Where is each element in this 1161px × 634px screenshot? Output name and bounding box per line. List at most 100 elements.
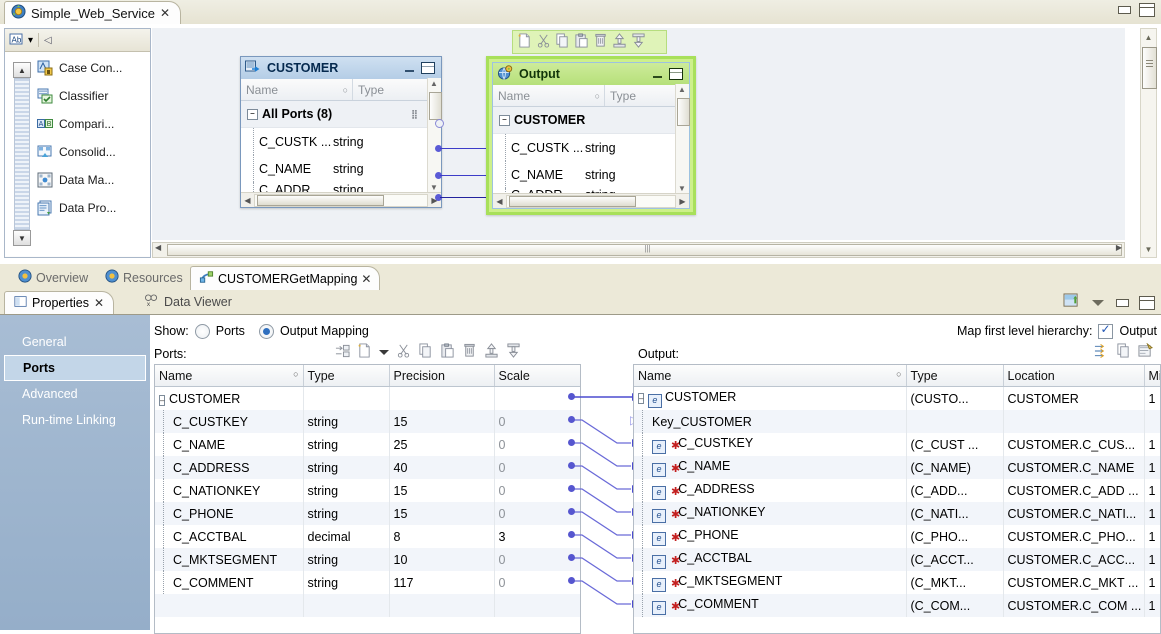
- canvas-vertical-scrollbar[interactable]: ▲ ▼: [1140, 28, 1157, 258]
- scroll-right-icon[interactable]: ▶: [676, 197, 689, 206]
- table-row-group[interactable]: – CUSTOMER: [155, 387, 580, 411]
- link-source-dot[interactable]: [568, 577, 575, 584]
- editor-tab-resources[interactable]: Resources: [97, 266, 191, 289]
- col-header-location[interactable]: Location: [1003, 365, 1144, 387]
- scroll-left-icon[interactable]: ◀: [241, 196, 254, 205]
- collapse-icon[interactable]: –: [499, 115, 510, 126]
- tab-close-icon[interactable]: ✕: [361, 273, 371, 285]
- copy-icon[interactable]: [555, 33, 570, 51]
- node-group-row[interactable]: – All Ports (8) ⣿: [241, 101, 441, 128]
- col-header-precision[interactable]: Precision: [389, 365, 494, 387]
- canvas-horizontal-scrollbar[interactable]: ◀ ||| ▶: [152, 242, 1125, 258]
- editor-tab-overview[interactable]: Overview: [10, 266, 96, 289]
- collapse-icon[interactable]: –: [247, 109, 258, 120]
- scroll-right-icon[interactable]: ▶: [1116, 243, 1122, 252]
- scroll-up-icon[interactable]: ▲: [1142, 30, 1155, 44]
- paste-icon[interactable]: [574, 33, 589, 51]
- link-source-dot[interactable]: [568, 485, 575, 492]
- table-row[interactable]: C_CUSTKEY string 15 0: [155, 410, 580, 433]
- node-port-row[interactable]: C_CUSTK ... string: [493, 134, 689, 161]
- node-col-name[interactable]: Name ○: [241, 79, 353, 100]
- palette-scrollbar[interactable]: ▲ ▼: [13, 62, 31, 242]
- table-row[interactable]: C_NAME string 25 0: [155, 433, 580, 456]
- table-row-group[interactable]: – eCUSTOMER (CUSTO... CUSTOMER 1 1: [634, 387, 1161, 411]
- scroll-left-icon[interactable]: ◀: [155, 243, 161, 252]
- node-vertical-scrollbar[interactable]: ▲ ▼: [675, 84, 689, 194]
- node-port-row[interactable]: C_CUSTK ... string: [241, 128, 441, 155]
- minimize-icon[interactable]: [1118, 6, 1129, 14]
- node-minimize-icon[interactable]: [405, 64, 414, 72]
- mapping-link-area[interactable]: ▷: [565, 364, 643, 634]
- map-first-level-checkbox[interactable]: [1098, 324, 1113, 339]
- scroll-down-icon[interactable]: ▼: [678, 184, 686, 193]
- clear-mapping-icon[interactable]: [1138, 343, 1153, 361]
- scroll-down-icon[interactable]: ▼: [1142, 242, 1155, 256]
- scroll-thumb[interactable]: |||: [167, 244, 1122, 256]
- palette-dropdown-icon[interactable]: ▾: [28, 35, 33, 46]
- table-row[interactable]: C_COMMENT string 117 0: [155, 571, 580, 594]
- node-minimize-icon[interactable]: [653, 70, 662, 78]
- tab-data-viewer[interactable]: x Data Viewer: [135, 291, 241, 313]
- table-row[interactable]: Key_CUSTOMER: [634, 410, 1161, 433]
- editor-tab-customergetmapping[interactable]: CUSTOMERGetMapping ✕: [190, 266, 380, 290]
- new-icon[interactable]: [517, 33, 532, 51]
- col-header-name[interactable]: Name○: [155, 365, 303, 387]
- tab-properties[interactable]: Properties ✕: [4, 291, 114, 314]
- node-col-name[interactable]: Name ○: [493, 85, 605, 106]
- sidebar-item-general[interactable]: General: [0, 329, 150, 355]
- col-header-type[interactable]: Type: [906, 365, 1003, 387]
- collapse-icon[interactable]: –: [638, 393, 644, 404]
- scroll-track[interactable]: [254, 194, 428, 207]
- node-port-row[interactable]: C_NAME string: [493, 161, 689, 188]
- move-up-icon[interactable]: [484, 343, 499, 361]
- sidebar-item-advanced[interactable]: Advanced: [0, 381, 150, 407]
- palette-scroll-down-icon[interactable]: ▼: [13, 230, 31, 246]
- auto-map-icon[interactable]: [1094, 344, 1109, 361]
- scroll-thumb[interactable]: [509, 196, 636, 207]
- scroll-up-icon[interactable]: ▲: [678, 85, 686, 94]
- table-row[interactable]: e✱C_MKTSEGMENT (C_MKT... CUSTOMER.C_MKT …: [634, 571, 1161, 594]
- palette-collapse-icon[interactable]: ◁: [44, 35, 52, 46]
- new-port-icon[interactable]: [357, 343, 372, 361]
- cut-icon[interactable]: [536, 33, 551, 51]
- radio-ports[interactable]: [195, 324, 210, 339]
- tab-close-icon[interactable]: ✕: [94, 297, 104, 309]
- copy-icon[interactable]: [418, 343, 433, 361]
- scroll-left-icon[interactable]: ◀: [493, 197, 506, 206]
- link-source-dot[interactable]: [568, 393, 575, 400]
- scroll-up-icon[interactable]: ▲: [430, 79, 438, 88]
- sidebar-item-ports[interactable]: Ports: [4, 355, 146, 381]
- link-source-dot[interactable]: [568, 531, 575, 538]
- maximize-icon[interactable]: [1139, 296, 1155, 310]
- sidebar-item-run-time-linking[interactable]: Run-time Linking: [0, 407, 150, 433]
- radio-output-mapping-label[interactable]: Output Mapping: [280, 324, 369, 338]
- table-row[interactable]: C_MKTSEGMENT string 10 0: [155, 548, 580, 571]
- table-row[interactable]: e✱C_COMMENT (C_COM... CUSTOMER.C_COM ...…: [634, 594, 1161, 617]
- table-row[interactable]: C_ADDRESS string 40 0: [155, 456, 580, 479]
- link-source-dot[interactable]: [568, 462, 575, 469]
- label-icon[interactable]: Ab: [9, 32, 25, 49]
- table-row[interactable]: e✱C_PHONE (C_PHO... CUSTOMER.C_PHO... 1 …: [634, 525, 1161, 548]
- node-group-row[interactable]: – CUSTOMER: [493, 107, 689, 134]
- table-row[interactable]: C_NATIONKEY string 15 0: [155, 479, 580, 502]
- table-row[interactable]: e✱C_ADDRESS (C_ADD... CUSTOMER.C_ADD ...…: [634, 479, 1161, 502]
- col-header-min[interactable]: Min...: [1144, 365, 1161, 387]
- col-header-name[interactable]: Name○: [634, 365, 906, 387]
- canvas-node-output[interactable]: Output Name ○ Typ: [486, 56, 696, 215]
- link-source-dot[interactable]: [568, 416, 575, 423]
- connection-port-unlinked[interactable]: [435, 119, 444, 128]
- scroll-down-icon[interactable]: ▼: [430, 183, 438, 192]
- scroll-thumb[interactable]: [1142, 47, 1157, 89]
- paste-icon[interactable]: [440, 343, 455, 361]
- link-source-dot[interactable]: [568, 508, 575, 515]
- cut-icon[interactable]: [396, 343, 411, 361]
- delete-icon[interactable]: [462, 343, 477, 361]
- copy-icon[interactable]: [1116, 343, 1131, 361]
- scroll-thumb[interactable]: [677, 98, 690, 126]
- palette-scroll-up-icon[interactable]: ▲: [13, 62, 31, 78]
- delete-icon[interactable]: [593, 33, 608, 51]
- node-maximize-icon[interactable]: [421, 62, 435, 74]
- pin-view-icon[interactable]: [1063, 293, 1080, 312]
- node-maximize-icon[interactable]: [669, 68, 683, 80]
- scroll-track[interactable]: [506, 195, 676, 208]
